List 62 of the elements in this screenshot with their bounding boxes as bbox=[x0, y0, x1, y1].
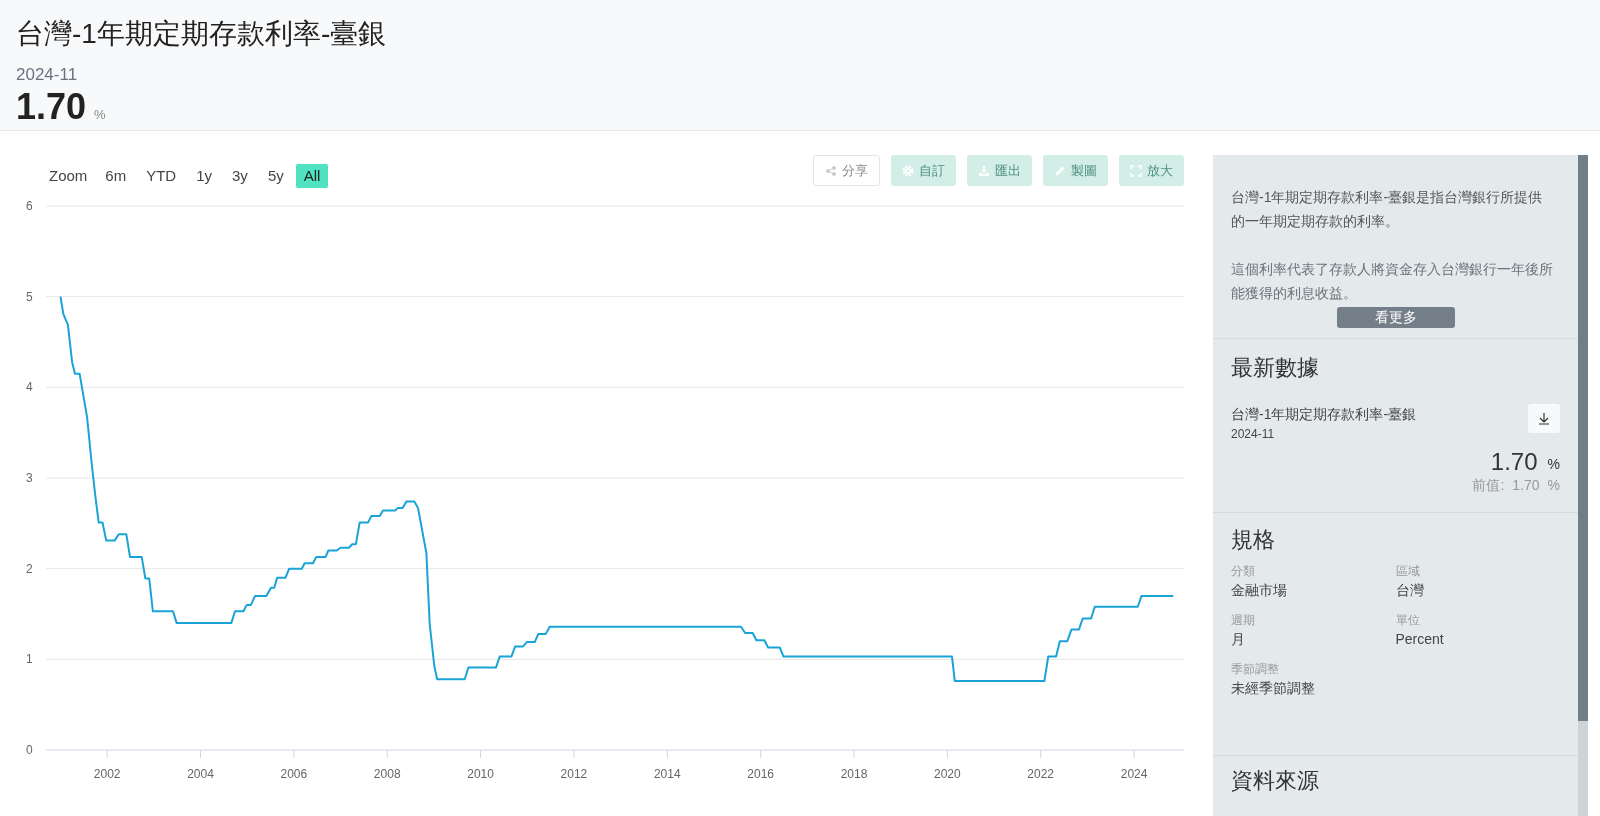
previous-value: 1.70 bbox=[1512, 476, 1540, 495]
y-axis-label: 4 bbox=[26, 380, 33, 395]
field-value: 未經季節調整 bbox=[1231, 679, 1316, 698]
unit-label: % bbox=[94, 106, 106, 124]
data-date: 2024-11 bbox=[16, 64, 79, 86]
x-axis-label: 2006 bbox=[280, 767, 308, 781]
settings-icon bbox=[902, 164, 914, 177]
field-value: 台灣 bbox=[1395, 581, 1425, 600]
field-value: 金融市場 bbox=[1231, 581, 1288, 600]
x-axis-label: 2014 bbox=[653, 767, 681, 781]
series-date: 2024-11 bbox=[1231, 426, 1276, 443]
description-text: 台灣-1年期定期存款利率-臺銀是指台灣銀行所提供的一年期定期存款的利率。 bbox=[1231, 188, 1544, 231]
see-more-button[interactable]: 看更多 bbox=[1336, 307, 1455, 328]
x-axis-label: 2008 bbox=[373, 767, 401, 781]
section-heading: 最新數據 bbox=[1231, 354, 1320, 382]
toolbar-button[interactable]: 分享 bbox=[813, 155, 880, 186]
field-label: 單位 bbox=[1395, 612, 1421, 629]
description-text: 這個利率代表了存款人將資金存入台灣銀行一年後所能獲得的利息收益。 bbox=[1231, 260, 1553, 303]
x-axis-label: 2002 bbox=[93, 767, 121, 781]
x-axis-label: 2010 bbox=[467, 767, 494, 781]
x-axis-label: 2012 bbox=[560, 767, 588, 781]
y-axis-label: 5 bbox=[26, 289, 33, 304]
field-value: 月 bbox=[1231, 630, 1246, 649]
latest-value: 1.70 bbox=[1490, 449, 1538, 475]
range-button[interactable]: All bbox=[295, 164, 329, 188]
field-label: 週期 bbox=[1231, 612, 1256, 629]
x-axis-label: 2018 bbox=[840, 767, 868, 781]
x-axis-label: 2004 bbox=[187, 767, 214, 781]
field-label: 區域 bbox=[1395, 563, 1421, 580]
y-axis-label: 0 bbox=[26, 743, 33, 757]
y-axis-label: 1 bbox=[26, 652, 33, 667]
range-button[interactable]: 3y bbox=[224, 164, 256, 188]
pencil-icon bbox=[1054, 164, 1066, 177]
download-button[interactable] bbox=[1528, 404, 1560, 433]
expand-icon bbox=[1130, 164, 1142, 177]
y-axis-label: 3 bbox=[26, 471, 33, 485]
range-button[interactable]: 1y bbox=[188, 164, 221, 188]
unit-label: % bbox=[1547, 455, 1560, 474]
range-button[interactable]: YTD bbox=[138, 164, 185, 188]
x-axis-label: 2020 bbox=[934, 767, 961, 781]
range-button[interactable]: 5y bbox=[259, 164, 292, 188]
section-heading: 規格 bbox=[1231, 526, 1276, 554]
previous-label: 前值: bbox=[1472, 476, 1505, 495]
download-icon bbox=[1538, 412, 1550, 425]
field-value: Percent bbox=[1395, 630, 1445, 649]
y-axis-label: 2 bbox=[26, 561, 33, 576]
x-axis-label: 2016 bbox=[747, 767, 774, 781]
share-icon bbox=[825, 164, 837, 177]
zoom-label: Zoom bbox=[49, 165, 88, 186]
series-name: 台灣-1年期定期存款利率-臺銀 bbox=[1231, 405, 1417, 424]
y-axis-label: 6 bbox=[26, 199, 33, 213]
unit-label: % bbox=[1547, 476, 1560, 495]
latest-value: 1.70 bbox=[16, 85, 87, 128]
field-label: 季節調整 bbox=[1231, 661, 1280, 678]
page-title: 台灣-1年期定期存款利率-臺銀 bbox=[16, 17, 388, 51]
range-button[interactable]: 6m bbox=[97, 164, 135, 188]
download-icon bbox=[978, 164, 990, 177]
x-axis-label: 2022 bbox=[1027, 767, 1055, 781]
section-heading: 資料來源 bbox=[1231, 768, 1320, 794]
x-axis-label: 2024 bbox=[1120, 767, 1148, 781]
field-label: 分類 bbox=[1231, 563, 1256, 580]
scrollbar-thumb[interactable] bbox=[1578, 155, 1588, 721]
